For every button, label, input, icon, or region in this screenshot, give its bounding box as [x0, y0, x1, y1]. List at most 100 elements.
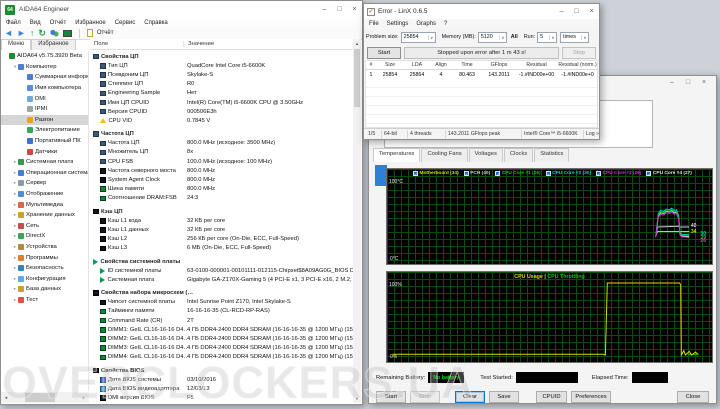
table-row[interactable]: System Agent Clock 800.0 MHz: [90, 175, 353, 184]
refresh-icon[interactable]: ↻: [38, 28, 46, 38]
column-header[interactable]: LDA: [404, 62, 430, 68]
table-row[interactable]: Имя ЦП CPUID Intel(R) Core(TM) i5-6600K C…: [90, 98, 353, 107]
table-row[interactable]: Кэш L3 6 МБ (On-Die, ECC, Full-Speed): [90, 244, 353, 253]
column-header[interactable]: Time: [452, 62, 482, 68]
table-row[interactable]: CPU VID 0.7845 V: [90, 116, 353, 125]
tree-item[interactable]: ▸ Хранение данных: [1, 210, 88, 221]
minimize-icon[interactable]: –: [664, 79, 680, 86]
tab-cooling-fans[interactable]: Cooling Fans: [421, 148, 468, 162]
tree-item[interactable]: ▸ Конфигурация: [1, 273, 88, 284]
clear-button[interactable]: Clear: [455, 390, 485, 403]
tree-item[interactable]: Портативный ПК: [1, 136, 88, 147]
column-value[interactable]: Значение: [183, 41, 353, 47]
tab-favorites[interactable]: Избранное: [31, 39, 76, 50]
menu-item[interactable]: Файл: [6, 20, 21, 26]
tree-item[interactable]: AIDA64 v5.75.3920 Beta: [1, 51, 88, 62]
statusbar-segment[interactable]: Log »: [584, 130, 602, 139]
aida64-titlebar[interactable]: 64 AIDA64 Engineer – □ ×: [1, 1, 362, 18]
table-row[interactable]: Частота ЦП 800.0 MHz (исходное: 3500 MHz): [90, 139, 353, 148]
column-header[interactable]: GFlops: [482, 62, 516, 68]
tree-item[interactable]: Имя компьютера: [1, 83, 88, 94]
tree-item[interactable]: ▸ Сеть: [1, 221, 88, 232]
users-icon[interactable]: [49, 28, 59, 38]
table-row[interactable]: Дата BIOS системы 03/10/2016: [90, 375, 353, 384]
table-row[interactable]: Тайминги памяти 16-16-16-35 (CL-RCD-RP-RA…: [90, 307, 353, 316]
close-icon[interactable]: ×: [584, 8, 599, 15]
table-row[interactable]: CPU FSB 100.0 MHz (исходное: 100 MHz): [90, 157, 353, 166]
menu-item[interactable]: Settings: [387, 21, 409, 27]
back-icon[interactable]: ◄: [4, 28, 13, 38]
tree-item[interactable]: ▸ Мультимедиа: [1, 199, 88, 210]
cpuid-button[interactable]: CPUID: [536, 390, 567, 403]
memory-select[interactable]: 5120 ∨: [477, 31, 507, 43]
scroll-right-icon[interactable]: ►: [79, 395, 89, 400]
problem-size-select[interactable]: 25854 ∨: [400, 31, 436, 43]
menu-item[interactable]: Сервис: [115, 20, 136, 26]
table-row[interactable]: Кэш L2 256 КБ per core (On-Die, ECC, Full…: [90, 235, 353, 244]
menu-item[interactable]: Справка: [144, 20, 168, 26]
tree-item[interactable]: Разгон: [1, 114, 88, 126]
tree-item[interactable]: ▸ Программы: [1, 252, 88, 263]
table-row[interactable]: DIMM4: GeIL CL16-16-16 D4… 4 ГБ DDR4-2400…: [90, 353, 353, 362]
close-icon[interactable]: ×: [347, 6, 362, 13]
tree-item[interactable]: Суммарная информация: [1, 72, 88, 83]
menu-item[interactable]: File: [369, 21, 379, 27]
vertical-scrollbar[interactable]: ▲ ▼: [353, 39, 361, 403]
chevron-down-icon[interactable]: ∨: [549, 34, 556, 40]
table-row[interactable]: Тип ЦП QuadCore Intel Core i5-6600K: [90, 61, 353, 70]
monitor-icon[interactable]: [62, 29, 72, 37]
report-button[interactable]: Отчёт: [97, 30, 114, 36]
scroll-left-icon[interactable]: ◄: [1, 395, 11, 400]
table-row[interactable]: DIMM1: GeIL CL16-16-16 D4… 4 ГБ DDR4-2400…: [90, 325, 353, 334]
tree-item[interactable]: Датчики: [1, 146, 88, 157]
menu-item[interactable]: ?: [444, 21, 447, 27]
linx-titlebar[interactable]: ✓ Error - LinX 0.6.5 – □ ×: [364, 4, 599, 19]
menu-item[interactable]: Отчёт: [50, 20, 67, 26]
tree-item[interactable]: ▸ Устройства: [1, 242, 88, 253]
close-button[interactable]: Close: [677, 390, 709, 403]
table-row[interactable]: Engineering Sample Нет: [90, 89, 353, 98]
chevron-down-icon[interactable]: ∨: [427, 34, 435, 40]
table-row[interactable]: DIMM2: GeIL CL16-16-16 D4… 4 ГБ DDR4-2400…: [90, 334, 353, 343]
up-icon[interactable]: ↑: [30, 28, 35, 38]
chevron-down-icon[interactable]: ∨: [581, 34, 588, 40]
report-icon[interactable]: [86, 29, 93, 37]
tree-item[interactable]: ▸ Тест: [1, 295, 88, 306]
minimize-icon[interactable]: –: [317, 6, 332, 13]
menu-item[interactable]: Graphs: [416, 21, 436, 27]
table-row[interactable]: Множитель ЦП 8x: [90, 148, 353, 157]
tab-menu[interactable]: Меню: [1, 39, 32, 50]
column-field[interactable]: Поле: [90, 41, 183, 47]
tree-item[interactable]: ▾ Компьютер: [1, 62, 88, 73]
table-row[interactable]: Шина памяти 800.0 MHz: [90, 185, 353, 194]
table-row[interactable]: Версия CPUID 000506E3h: [90, 107, 353, 116]
forward-icon[interactable]: ►: [17, 28, 26, 38]
tree-item[interactable]: ▸ Сервер: [1, 178, 88, 189]
scroll-down-icon[interactable]: ▼: [353, 394, 361, 403]
tab-temperatures[interactable]: Temperatures: [373, 148, 421, 162]
horizontal-scrollbar[interactable]: ◄ ►: [1, 392, 89, 403]
column-header[interactable]: Size: [376, 62, 404, 68]
table-row[interactable]: Чипсет системной платы Intel Sunrise Poin…: [90, 298, 353, 307]
scroll-up-icon[interactable]: ▲: [353, 39, 361, 48]
table-row[interactable]: Кэш L1 данных 32 КБ per core: [90, 225, 353, 234]
column-header[interactable]: Residual (norm.): [557, 62, 597, 68]
tree-item[interactable]: ▸ Операционная система: [1, 168, 88, 179]
minimize-icon[interactable]: –: [554, 8, 569, 15]
menu-item[interactable]: Избранное: [75, 20, 105, 26]
scrollbar-thumb[interactable]: [25, 393, 55, 402]
table-row[interactable]: Command Rate (CR) 2T: [90, 316, 353, 325]
table-row[interactable]: Дата BIOS видеоадаптера 12/03/13: [90, 384, 353, 393]
tree-item[interactable]: IPMI: [1, 104, 88, 115]
close-icon[interactable]: ×: [696, 79, 712, 86]
column-header[interactable]: #: [366, 62, 376, 68]
maximize-icon[interactable]: □: [680, 79, 696, 86]
maximize-icon[interactable]: □: [332, 6, 347, 13]
tree-item[interactable]: Электропитание: [1, 125, 88, 136]
tree-item[interactable]: ▸ База данных: [1, 284, 88, 295]
maximize-icon[interactable]: □: [569, 8, 584, 15]
column-header[interactable]: Residual: [516, 62, 557, 68]
save-button[interactable]: Save: [489, 390, 519, 403]
tree-item[interactable]: ▸ Отображение: [1, 189, 88, 200]
table-row[interactable]: DIMM3: GeIL CL16-16-16 D4… 4 ГБ DDR4-2400…: [90, 344, 353, 353]
